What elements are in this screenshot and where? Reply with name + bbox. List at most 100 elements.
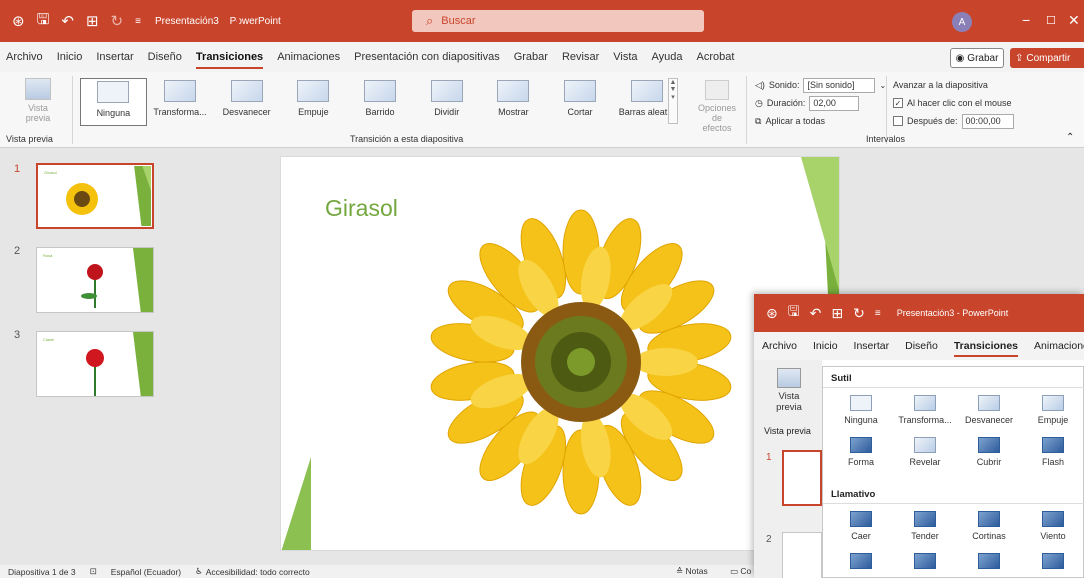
inset-tab-diseno[interactable]: Diseño	[905, 340, 938, 352]
sound-icon: ◁)	[755, 79, 765, 90]
apply-all-button[interactable]: Aplicar a todas	[765, 116, 825, 126]
inset-tab-inicio[interactable]: Inicio	[813, 340, 838, 352]
language-indicator[interactable]: Español (Ecuador)	[111, 567, 181, 577]
inset-preview-button[interactable]: Vista previa	[764, 368, 814, 413]
collapse-ribbon-icon[interactable]: ⌃	[1066, 132, 1074, 143]
undo-icon[interactable]: ↶	[61, 12, 74, 30]
transition-empuje[interactable]: Empuje	[280, 78, 347, 126]
option-viento[interactable]: Viento	[1021, 511, 1084, 541]
option-ninguna[interactable]: Ninguna	[829, 395, 893, 425]
present-icon[interactable]: ⊞	[86, 12, 99, 30]
minimize-button[interactable]: −	[1022, 12, 1030, 28]
option-desvanecer[interactable]: Desvanecer	[957, 395, 1021, 425]
redo-icon[interactable]: ↻	[853, 305, 865, 322]
section-divider	[823, 387, 1084, 388]
option-revelar[interactable]: Revelar	[893, 437, 957, 467]
inset-thumbnail-1[interactable]	[782, 450, 822, 506]
inset-tab-transiciones[interactable]: Transiciones	[953, 340, 1019, 357]
maximize-button[interactable]: ☐	[1046, 14, 1056, 27]
subtle-row-2: Forma Revelar Cubrir Flash	[829, 437, 1084, 467]
slide-thumbnail-2[interactable]: Rosa	[36, 247, 154, 313]
after-stepper[interactable]: 00:00,00	[961, 113, 1014, 129]
redo-icon[interactable]: ↻	[111, 12, 124, 30]
inset-tab-animaciones[interactable]: Animaciones	[1034, 340, 1084, 352]
option-cortinas[interactable]: Cortinas	[957, 511, 1021, 541]
option-exciting-5[interactable]	[829, 553, 893, 573]
tab-diseno[interactable]: Diseño	[148, 51, 182, 63]
transition-gallery: Ninguna Transforma... Desvanecer Empuje …	[80, 78, 680, 126]
after-checkbox[interactable]	[893, 116, 903, 126]
option-exciting-8[interactable]	[1021, 553, 1084, 573]
inset-doc-title: Presentación3 - PowerPoint	[896, 308, 1009, 318]
transition-transforma[interactable]: Transforma...	[147, 78, 214, 126]
notes-button[interactable]: ≙ Notas	[676, 566, 722, 577]
transition-ninguna[interactable]: Ninguna	[80, 78, 147, 126]
customize-toolbar-icon[interactable]: ≡	[135, 16, 141, 27]
present-icon[interactable]: ⊞	[831, 305, 843, 322]
slide-thumbnail-1[interactable]: Girasol	[36, 163, 154, 229]
doc-name: Presentación3	[154, 15, 219, 27]
transition-mostrar[interactable]: Mostrar	[480, 78, 547, 126]
close-button[interactable]: ✕	[1068, 12, 1080, 29]
inset-tab-archivo[interactable]: Archivo	[762, 340, 797, 352]
share-button[interactable]: ⇪ Compartir	[1010, 48, 1084, 68]
transition-label: Ninguna	[96, 108, 131, 118]
save-icon[interactable]: 🖫	[788, 301, 800, 325]
duration-label: Duración:	[766, 98, 806, 108]
preview-label-2: previa	[25, 113, 51, 123]
tab-ayuda[interactable]: Ayuda	[652, 51, 683, 63]
spellcheck-icon[interactable]: ⊡	[90, 566, 97, 577]
option-empuje[interactable]: Empuje	[1021, 395, 1084, 425]
tab-inicio[interactable]: Inicio	[57, 51, 83, 63]
option-exciting-7[interactable]	[957, 553, 1021, 573]
option-caer[interactable]: Caer	[829, 511, 893, 541]
avatar[interactable]: A	[952, 12, 972, 32]
transition-desvanecer[interactable]: Desvanecer	[213, 78, 280, 126]
on-click-checkbox[interactable]: ✓	[893, 98, 903, 108]
transition-label: Desvanecer	[222, 107, 271, 117]
option-exciting-6[interactable]	[893, 553, 957, 573]
gallery-scroll[interactable]: ▲ ▼ ▾	[668, 78, 678, 124]
search-box[interactable]: ⌕ Buscar	[412, 10, 704, 32]
inset-menu-bar: Archivo Inicio Insertar Diseño Transicio…	[754, 332, 1084, 360]
tab-acrobat[interactable]: Acrobat	[697, 51, 735, 63]
option-tender[interactable]: Tender	[893, 511, 957, 541]
duration-stepper[interactable]: 02,00	[809, 95, 860, 111]
option-flash[interactable]: Flash	[1021, 437, 1084, 467]
record-label: Grabar	[967, 52, 999, 64]
transition-cortar[interactable]: Cortar	[547, 78, 614, 126]
preview-button[interactable]: Vista previa	[18, 78, 58, 123]
option-transforma[interactable]: Transforma...	[893, 395, 957, 425]
tab-transiciones[interactable]: Transiciones	[195, 51, 264, 69]
sound-select[interactable]: [Sin sonido]	[803, 77, 876, 93]
transition-dropdown-panel: Sutil Ninguna Transforma... Desvanecer E…	[822, 366, 1084, 578]
transition-group-label: Transición a esta diapositiva	[350, 134, 464, 144]
clock-icon: ◷	[755, 97, 763, 108]
tab-archivo[interactable]: Archivo	[6, 51, 43, 63]
undo-icon[interactable]: ↶	[810, 305, 822, 322]
transition-barrido[interactable]: Barrido	[347, 78, 414, 126]
tab-presentacion[interactable]: Presentación con diapositivas	[354, 51, 500, 63]
accessibility-status[interactable]: Accesibilidad: todo correcto	[206, 567, 310, 577]
inset-thumbnail-2[interactable]	[782, 532, 822, 578]
option-forma[interactable]: Forma	[829, 437, 893, 467]
effect-options-button[interactable]: Opciones de efectos	[694, 80, 740, 133]
option-cubrir[interactable]: Cubrir	[957, 437, 1021, 467]
autosave-icon[interactable]: ⊛	[766, 305, 778, 322]
tab-vista[interactable]: Vista	[613, 51, 637, 63]
tab-insertar[interactable]: Insertar	[96, 51, 133, 63]
tab-revisar[interactable]: Revisar	[562, 51, 599, 63]
transition-label: Mostrar	[498, 107, 529, 117]
shape-icon	[850, 437, 872, 453]
autosave-icon[interactable]: ⊛	[12, 12, 25, 30]
tab-grabar[interactable]: Grabar	[514, 51, 548, 63]
transition-dividir[interactable]: Dividir	[413, 78, 480, 126]
split-icon	[430, 80, 463, 102]
morph-icon	[914, 395, 936, 411]
save-icon[interactable]: 🖫	[37, 9, 50, 34]
inset-tab-insertar[interactable]: Insertar	[854, 340, 890, 352]
record-button[interactable]: ◉ Grabar	[950, 48, 1004, 68]
customize-toolbar-icon[interactable]: ≡	[875, 308, 881, 319]
slide-thumbnail-3[interactable]: Clavel	[36, 331, 154, 397]
tab-animaciones[interactable]: Animaciones	[277, 51, 340, 63]
